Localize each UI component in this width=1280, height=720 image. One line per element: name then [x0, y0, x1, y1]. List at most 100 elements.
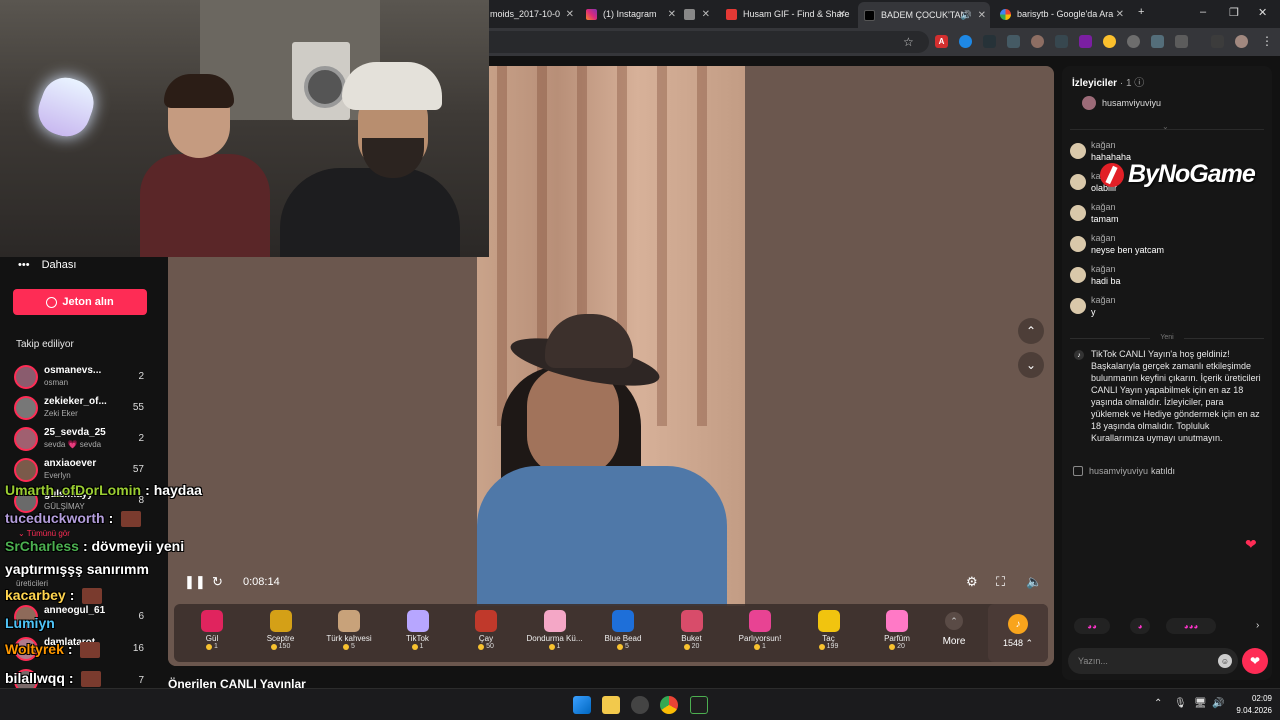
- chevron-right-icon[interactable]: ›: [1256, 620, 1259, 631]
- gift-price: 20: [863, 643, 931, 650]
- chat-username[interactable]: kağan: [1091, 295, 1116, 305]
- followed-account[interactable]: zekieker_of... Zeki Eker 55: [14, 394, 164, 422]
- settings-gear-icon[interactable]: ⚙: [966, 574, 978, 590]
- followed-account[interactable]: anxiaoever Everlyn 57: [14, 456, 164, 484]
- extension-icon[interactable]: [983, 35, 996, 48]
- chrome-icon[interactable]: [660, 696, 678, 714]
- gift-item[interactable]: Taç 199: [795, 608, 863, 658]
- avatar[interactable]: [1070, 267, 1086, 283]
- next-live-button[interactable]: ⌄: [1018, 352, 1044, 378]
- extension-icon[interactable]: [1103, 35, 1116, 48]
- start-menu-icon[interactable]: [573, 696, 591, 714]
- gift-item[interactable]: Dondurma Kü... 1: [521, 608, 589, 658]
- close-tab-icon[interactable]: ✕: [702, 9, 710, 20]
- network-icon[interactable]: 🖥: [1194, 698, 1207, 709]
- gift-item[interactable]: Buket 20: [658, 608, 726, 658]
- avatar[interactable]: [1235, 35, 1248, 48]
- minimize-button[interactable]: –: [1200, 6, 1206, 18]
- pause-icon[interactable]: ❚❚: [184, 574, 206, 590]
- avatar[interactable]: [1070, 298, 1086, 314]
- app-icon[interactable]: [631, 696, 649, 714]
- audio-icon[interactable]: 🔊: [961, 10, 972, 21]
- browser-tab-instagram[interactable]: (1) Instagram ✕: [586, 4, 680, 24]
- extension-icon[interactable]: [959, 35, 972, 48]
- close-tab-icon[interactable]: ✕: [838, 9, 846, 20]
- tray-chevron-up-icon[interactable]: ⌃: [1154, 698, 1162, 709]
- extension-icon[interactable]: [1007, 35, 1020, 48]
- gift-item[interactable]: Parlıyorsun! 1: [726, 608, 794, 658]
- avatar[interactable]: [1070, 236, 1086, 252]
- send-like-button[interactable]: ❤: [1242, 648, 1268, 674]
- chat-input[interactable]: [1078, 653, 1208, 669]
- chat-username[interactable]: kağan: [1091, 233, 1116, 243]
- browser-tab[interactable]: ✕: [684, 4, 714, 24]
- clock[interactable]: 02:09 9.04.2026: [1234, 693, 1272, 717]
- chevron-down-icon[interactable]: ⌄: [1162, 122, 1169, 131]
- followed-account[interactable]: osmanevs... osman 2: [14, 363, 164, 391]
- microphone-icon[interactable]: 🎙: [1174, 698, 1187, 709]
- chat-username[interactable]: kağan: [1091, 264, 1116, 274]
- terminal-icon[interactable]: [690, 696, 708, 714]
- gift-item[interactable]: Çay 50: [452, 608, 520, 658]
- close-tab-icon[interactable]: ✕: [1116, 9, 1124, 20]
- close-tab-icon[interactable]: ✕: [668, 9, 676, 20]
- emoji-chip[interactable]: ◕: [1130, 618, 1150, 634]
- followed-account[interactable]: 25_sevda_25 sevda 💗 sevda 2: [14, 425, 164, 453]
- avatar[interactable]: [1070, 174, 1086, 190]
- gift-item[interactable]: Gül 1: [178, 608, 246, 658]
- viewer-row[interactable]: husamviyuviyu: [1082, 96, 1161, 110]
- curtain-fold: [497, 66, 507, 426]
- browser-tab-google[interactable]: barisytb - Google'da Ara ✕: [1000, 4, 1128, 24]
- emoji-chip[interactable]: ◕◕◕: [1166, 618, 1216, 634]
- chat-input-box[interactable]: ☺: [1068, 648, 1238, 674]
- shield-icon[interactable]: [1151, 35, 1164, 48]
- live-video-frame[interactable]: [477, 66, 745, 606]
- extension-icon[interactable]: [1127, 35, 1140, 48]
- gift-item[interactable]: TikTok 1: [384, 608, 452, 658]
- puzzle-icon[interactable]: [1175, 35, 1188, 48]
- extension-icon[interactable]: [1055, 35, 1068, 48]
- emoji-picker-icon[interactable]: ☺: [1218, 654, 1232, 668]
- browser-tab[interactable]: moids_2017-10-0 ✕: [490, 4, 578, 24]
- browser-tab-husam-gif[interactable]: Husam GIF - Find & Share ✕: [726, 4, 850, 24]
- file-explorer-icon[interactable]: [602, 696, 620, 714]
- volume-icon[interactable]: 🔈: [1026, 574, 1042, 590]
- new-tab-button[interactable]: +: [1138, 6, 1144, 18]
- gift-item[interactable]: Blue Bead 5: [589, 608, 657, 658]
- gift-item[interactable]: Türk kahvesi 5: [315, 608, 383, 658]
- gift-price-value: 1: [214, 643, 218, 650]
- close-tab-icon[interactable]: ✕: [566, 9, 574, 20]
- show-all-link[interactable]: ⌄ Tümünü gör: [18, 529, 70, 538]
- close-window-button[interactable]: ✕: [1258, 6, 1267, 19]
- more-gifts-button[interactable]: ⌃ More: [934, 610, 974, 647]
- speaker-icon[interactable]: 🔊: [1212, 698, 1224, 709]
- coin-balance-button[interactable]: ♪ 1548 ⌃: [988, 604, 1048, 662]
- address-bar[interactable]: [489, 31, 929, 53]
- adblock-extension-icon[interactable]: A: [935, 35, 948, 48]
- close-tab-icon[interactable]: ✕: [978, 10, 986, 21]
- playlist-icon[interactable]: [1211, 35, 1224, 48]
- previous-live-button[interactable]: ⌃: [1018, 318, 1044, 344]
- coin-icon: [683, 643, 690, 650]
- viewers-header[interactable]: İzleyiciler · 1 ⓘ: [1072, 74, 1144, 89]
- get-coins-button[interactable]: Jeton alın: [13, 289, 147, 315]
- emoji-chip[interactable]: ◕◕: [1074, 618, 1110, 634]
- refresh-icon[interactable]: ↻: [212, 574, 223, 590]
- chevron-up-icon: ⌃: [945, 612, 963, 630]
- extension-icon[interactable]: [1079, 35, 1092, 48]
- fullscreen-icon[interactable]: ⛶: [996, 574, 1005, 590]
- restore-button[interactable]: ❐: [1229, 6, 1239, 19]
- avatar[interactable]: [1070, 143, 1086, 159]
- bookmark-star-icon[interactable]: ☆: [903, 35, 914, 49]
- gift-item[interactable]: Parfüm 20: [863, 608, 931, 658]
- browser-tab-tiktok[interactable]: BADEM ÇOCUK'TAN 🔊 ✕: [858, 2, 990, 28]
- avatar[interactable]: [1070, 205, 1086, 221]
- extension-icon[interactable]: [1031, 35, 1044, 48]
- kebab-menu-icon[interactable]: ⋮: [1261, 34, 1273, 48]
- gift-icon: [886, 610, 908, 632]
- info-icon[interactable]: ⓘ: [1134, 78, 1144, 89]
- chat-username[interactable]: kağan: [1091, 202, 1116, 212]
- more-nav-item[interactable]: ••• Dahası: [18, 259, 76, 271]
- gift-item[interactable]: Sceptre 150: [247, 608, 315, 658]
- chat-username[interactable]: kağan: [1091, 140, 1116, 150]
